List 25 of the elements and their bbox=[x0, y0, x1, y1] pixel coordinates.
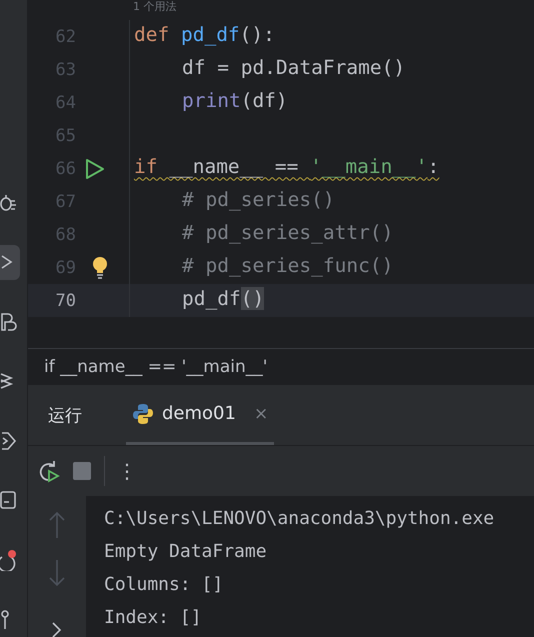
panel-title: 运行 bbox=[48, 404, 82, 426]
code-line: pd_df() bbox=[182, 286, 264, 312]
console-output-line: Empty DataFrame bbox=[104, 540, 268, 564]
code-line: df = pd.DataFrame() bbox=[182, 54, 406, 80]
code-line: # pd_series() bbox=[182, 186, 335, 213]
code-line: print(df) bbox=[182, 88, 288, 114]
breadcrumb[interactable]: if __name__ == '__main__' bbox=[44, 357, 268, 377]
code-line: def pd_df(): bbox=[134, 22, 275, 48]
terminal-icon[interactable] bbox=[0, 489, 18, 512]
sidebar-button[interactable] bbox=[0, 244, 20, 280]
problems-icon[interactable] bbox=[0, 548, 18, 571]
lightbulb-icon[interactable] bbox=[91, 256, 109, 280]
line-number: 70 bbox=[54, 290, 76, 310]
services-icon[interactable] bbox=[0, 430, 18, 452]
console-output-line: C:\Users\LENOVO\anaconda3\python.exe bbox=[104, 507, 496, 531]
chevron-icon[interactable] bbox=[51, 621, 63, 637]
console-output-line: Columns: [] bbox=[104, 573, 224, 597]
code-line: # pd_series_func() bbox=[182, 252, 394, 279]
stop-icon[interactable] bbox=[72, 461, 92, 481]
code-line: # pd_series_attr() bbox=[182, 220, 394, 246]
code-line: if __name__ == '__main__': bbox=[134, 154, 440, 180]
console-output-line: Index: [] bbox=[104, 606, 203, 630]
python-icon bbox=[132, 402, 154, 424]
run-icon[interactable] bbox=[84, 156, 106, 180]
more-button[interactable]: ⋮ bbox=[117, 459, 137, 483]
